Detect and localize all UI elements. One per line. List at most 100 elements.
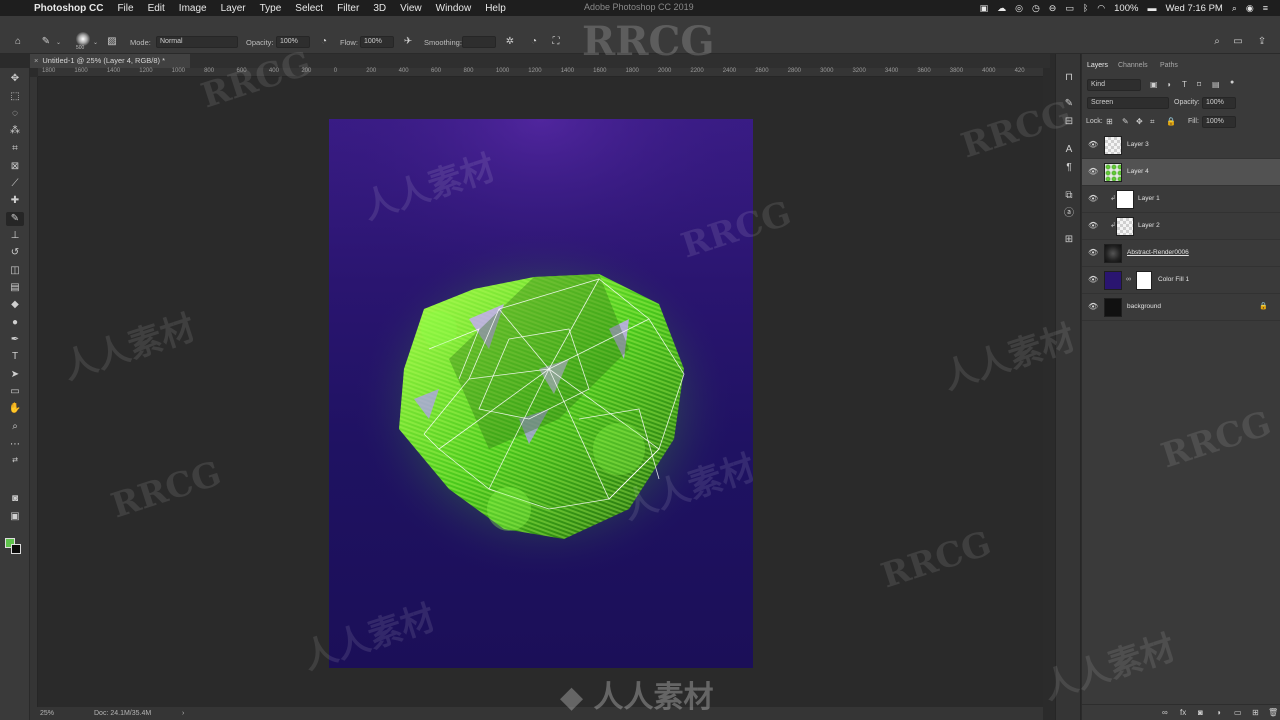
history-brush-tool-icon[interactable]: ↺: [6, 246, 24, 260]
tab-channels[interactable]: Channels: [1118, 62, 1148, 69]
display-icon[interactable]: ▭: [1065, 3, 1074, 14]
layer-row-layer-4[interactable]: 👁 Layer 4: [1082, 159, 1280, 186]
flow-field[interactable]: 100%: [360, 36, 394, 48]
layer-row-abstract-render[interactable]: 👁 Abstract-Render0006: [1082, 240, 1280, 267]
libraries-panel-icon[interactable]: ⧉: [1062, 190, 1076, 202]
lock-all-icon[interactable]: 🔒: [1166, 117, 1176, 126]
eraser-tool-icon[interactable]: ◫: [6, 264, 24, 278]
visibility-eye-icon[interactable]: 👁: [1088, 221, 1098, 231]
creative-cloud-icon[interactable]: ☁: [997, 3, 1006, 14]
layer-name[interactable]: background: [1127, 303, 1161, 310]
smoothing-field[interactable]: [462, 36, 496, 48]
symmetry-icon[interactable]: ⛶: [550, 36, 562, 48]
filter-adjustment-icon[interactable]: ◑: [1166, 80, 1171, 89]
marquee-tool-icon[interactable]: ⬚: [6, 90, 24, 104]
sync-icon[interactable]: ◎: [1015, 3, 1023, 14]
layer-row-layer-3[interactable]: 👁 Layer 3: [1082, 132, 1280, 159]
layer-row-background[interactable]: 👁 background 🔒: [1082, 294, 1280, 321]
status-menu-chevron-icon[interactable]: ›: [182, 710, 184, 717]
battery-icon[interactable]: ▬: [1147, 3, 1156, 13]
wifi-icon[interactable]: ◠: [1097, 3, 1105, 14]
paragraph-panel-icon[interactable]: ¶: [1062, 162, 1076, 174]
pen-tool-icon[interactable]: ✒: [6, 333, 24, 347]
close-tab-icon[interactable]: ×: [34, 56, 38, 65]
spotlight-icon[interactable]: ⌕: [1232, 3, 1237, 14]
pressure-opacity-icon[interactable]: ◔: [318, 36, 330, 48]
home-icon[interactable]: ⌂: [12, 36, 24, 48]
lasso-tool-icon[interactable]: ◌: [6, 107, 24, 121]
notification-center-icon[interactable]: ≡: [1263, 3, 1268, 13]
new-adjustment-icon[interactable]: ◑: [1216, 708, 1221, 717]
tab-paths[interactable]: Paths: [1160, 62, 1178, 69]
layer-row-color-fill-1[interactable]: 👁 ∞ Color Fill 1: [1082, 267, 1280, 294]
clone-stamp-tool-icon[interactable]: ⊥: [6, 229, 24, 243]
eyedropper-tool-icon[interactable]: ⟋: [6, 177, 24, 191]
smoothing-settings-icon[interactable]: ✲: [504, 36, 516, 48]
menu-filter[interactable]: Filter: [330, 3, 366, 14]
layer-name[interactable]: Layer 4: [1127, 168, 1149, 175]
blend-mode-select[interactable]: Screen: [1087, 97, 1169, 109]
type-tool-icon[interactable]: T: [6, 350, 24, 364]
menu-file[interactable]: File: [110, 3, 140, 14]
visibility-eye-icon[interactable]: 👁: [1088, 302, 1098, 312]
layer-name[interactable]: Abstract-Render0006: [1127, 249, 1189, 256]
visibility-eye-icon[interactable]: 👁: [1088, 248, 1098, 258]
history-panel-icon[interactable]: ⊓: [1062, 72, 1076, 84]
bluetooth-icon[interactable]: ᛒ: [1083, 3, 1088, 13]
menu-view[interactable]: View: [393, 3, 429, 14]
lock-position-icon[interactable]: ✥: [1136, 117, 1143, 126]
adjustments-panel-icon[interactable]: ⊟: [1062, 116, 1076, 128]
filter-kind-select[interactable]: Kind: [1087, 79, 1141, 91]
visibility-eye-icon[interactable]: 👁: [1088, 275, 1098, 285]
character-panel-icon[interactable]: A: [1062, 144, 1076, 156]
path-select-tool-icon[interactable]: ➤: [6, 368, 24, 382]
menu-edit[interactable]: Edit: [141, 3, 172, 14]
document-tab[interactable]: × Untitled-1 @ 25% (Layer 4, RGB/8) *: [30, 54, 190, 68]
more-tools-icon[interactable]: ⋯: [6, 438, 24, 452]
hand-tool-icon[interactable]: ✋: [6, 402, 24, 416]
fill-field[interactable]: 100%: [1202, 116, 1236, 128]
layer-lock-icon[interactable]: 🔒: [1259, 302, 1268, 310]
dodge-tool-icon[interactable]: ●: [6, 316, 24, 330]
history-icon[interactable]: ◷: [1032, 3, 1040, 14]
quick-select-tool-icon[interactable]: ⁂: [6, 124, 24, 138]
lock-artboard-icon[interactable]: ⌗: [1150, 117, 1155, 127]
brush-tool-icon[interactable]: ✎: [6, 212, 24, 226]
pressure-size-icon[interactable]: ◔: [528, 36, 540, 48]
airbrush-icon[interactable]: ✈: [402, 36, 414, 48]
visibility-eye-icon[interactable]: 👁: [1088, 140, 1098, 150]
menu-select[interactable]: Select: [288, 3, 330, 14]
layer-mask-thumbnail[interactable]: [1136, 271, 1152, 290]
visibility-eye-icon[interactable]: 👁: [1088, 194, 1098, 204]
zoom-level[interactable]: 25%: [40, 710, 54, 717]
layer-name[interactable]: Layer 3: [1127, 141, 1149, 148]
layer-style-fx-icon[interactable]: fx: [1180, 708, 1186, 717]
block-icon[interactable]: ⊖: [1049, 3, 1057, 14]
visibility-eye-icon[interactable]: 👁: [1088, 167, 1098, 177]
filter-shape-icon[interactable]: ⌑: [1197, 80, 1201, 89]
layer-row-layer-2[interactable]: 👁 ↲ Layer 2: [1082, 213, 1280, 240]
rectangle-tool-icon[interactable]: ▭: [6, 385, 24, 399]
tab-layers[interactable]: Layers: [1087, 62, 1108, 69]
mode-select[interactable]: Normal: [156, 36, 238, 48]
lock-image-icon[interactable]: ✎: [1122, 117, 1129, 126]
swap-colors-icon[interactable]: ⇄: [6, 454, 24, 468]
layer-name[interactable]: Color Fill 1: [1158, 276, 1189, 283]
brush-preview-icon[interactable]: [76, 32, 90, 46]
workspace-icon[interactable]: ▭: [1232, 36, 1244, 48]
menu-image[interactable]: Image: [172, 3, 214, 14]
layer-row-layer-1[interactable]: 👁 ↲ Layer 1: [1082, 186, 1280, 213]
brush-preset-chevron-icon[interactable]: ⌄: [93, 39, 98, 46]
filter-smart-object-icon[interactable]: ▤: [1212, 80, 1220, 89]
filter-toggle-icon[interactable]: ●: [1230, 79, 1234, 86]
background-color-swatch[interactable]: [11, 544, 21, 554]
crop-tool-icon[interactable]: ⌗: [6, 142, 24, 156]
cast-icon[interactable]: ▣: [980, 3, 989, 14]
properties-panel-icon[interactable]: ⊞: [1062, 234, 1076, 246]
filter-type-icon[interactable]: T: [1182, 80, 1187, 89]
brush-settings-icon[interactable]: ▨: [106, 36, 118, 48]
search-icon[interactable]: ⌕: [1211, 36, 1223, 48]
document-canvas[interactable]: [329, 119, 753, 668]
layer-name[interactable]: Layer 1: [1138, 195, 1160, 202]
link-layers-icon[interactable]: ∞: [1162, 708, 1168, 717]
